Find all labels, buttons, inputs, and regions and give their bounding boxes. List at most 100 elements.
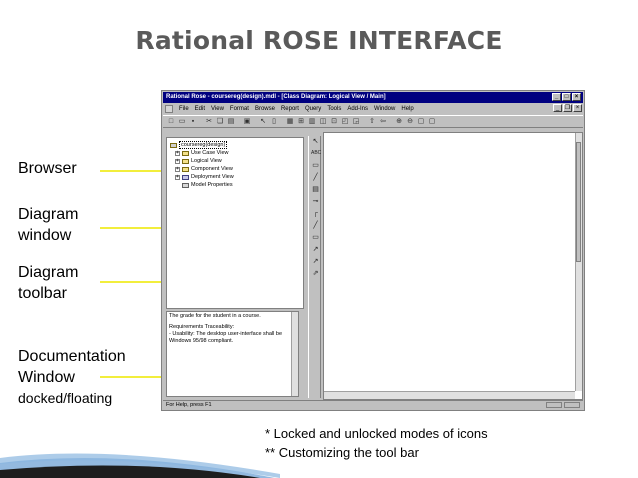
documentation-window[interactable]: The grade for the student in a course. R… (166, 311, 299, 397)
diagram-toolbar: ↖ ABC ▭ ╱ ▤ ⊸ ┌ ╱ ▭ ↗ ↗ ⇗ (308, 136, 321, 398)
note-line-2: ** Customizing the tool bar (265, 445, 419, 460)
tree-item-label: Deployment View (191, 174, 234, 180)
browse-parent-icon[interactable]: ◰ (340, 117, 350, 127)
browse-previous-icon[interactable]: ◲ (351, 117, 361, 127)
tree-item-deployment-view[interactable]: + Deployment View (175, 174, 234, 180)
package-icon[interactable]: ▭ (311, 233, 320, 242)
tree-root-label: coursereg(design) (179, 141, 228, 149)
browse-class-diagram-icon[interactable]: ▦ (285, 117, 295, 127)
menu-edit[interactable]: Edit (195, 106, 205, 112)
new-icon[interactable]: □ (166, 117, 176, 127)
browse-interaction-diagram-icon[interactable]: ⊞ (296, 117, 306, 127)
minimize-button[interactable]: _ (552, 93, 561, 101)
association-icon[interactable]: ┌ (311, 209, 320, 218)
menu-tools[interactable]: Tools (327, 106, 341, 112)
selection-arrow-icon[interactable]: ↖ (311, 137, 320, 146)
interface-icon[interactable]: ⊸ (311, 197, 320, 206)
anchor-note-icon[interactable]: ╱ (311, 173, 320, 182)
menu-query[interactable]: Query (305, 106, 321, 112)
open-icon[interactable]: ▭ (177, 117, 187, 127)
tree-item-label: Logical View (191, 158, 222, 164)
status-panes (546, 402, 580, 408)
slide-title: Rational ROSE INTERFACE (135, 26, 503, 55)
note-icon[interactable]: ▭ (311, 161, 320, 170)
zoom-out-icon[interactable]: ⊖ (405, 117, 415, 127)
mdi-minimize-button[interactable]: _ (553, 104, 562, 112)
tree-item-use-case-view[interactable]: + Use Case View (175, 150, 229, 156)
window-controls: _ □ × (552, 93, 581, 101)
undo-fit-icon[interactable]: ⇧ (367, 117, 377, 127)
label-diagram-window: Diagram window (18, 204, 78, 246)
menu-window[interactable]: Window (374, 106, 395, 112)
menu-report[interactable]: Report (281, 106, 299, 112)
expand-icon[interactable]: + (175, 150, 180, 156)
status-text: For Help, press F1 (166, 402, 212, 408)
doc-line: The grade for the student in a course. (169, 313, 261, 319)
menu-format[interactable]: Format (230, 106, 249, 112)
maximize-button[interactable]: □ (562, 93, 571, 101)
decorative-swoosh (0, 453, 280, 478)
folder-icon (182, 166, 189, 172)
menu-bar: File Edit View Format Browse Report Quer… (163, 104, 583, 114)
expand-icon[interactable]: + (175, 158, 180, 164)
tree-item-component-view[interactable]: + Component View (175, 166, 233, 172)
scroll-thumb[interactable] (576, 142, 581, 262)
doc-line: - Usability: The desktop user-interface … (169, 331, 283, 337)
note-line-1: * Locked and unlocked modes of icons (265, 426, 488, 441)
tree-item-model-properties[interactable]: Model Properties (182, 182, 233, 188)
view-doc-icon[interactable]: ▯ (269, 117, 279, 127)
diagram-window[interactable] (323, 132, 583, 400)
folder-icon (182, 150, 189, 156)
diagram-horizontal-scrollbar[interactable] (324, 391, 575, 399)
doc-line: Windows 95/98 compliant. (169, 338, 234, 344)
realize-icon[interactable]: ⇗ (311, 269, 320, 278)
tree-item-label: Component View (191, 166, 233, 172)
menu-help[interactable]: Help (401, 106, 413, 112)
generalization-icon[interactable]: ↗ (311, 257, 320, 266)
paste-icon[interactable]: ▤ (226, 117, 236, 127)
window-title: Rational Rose - coursereg(design).mdl - … (166, 94, 386, 100)
menu-file[interactable]: File (179, 106, 189, 112)
dependency-icon[interactable]: ↗ (311, 245, 320, 254)
label-documentation-line3: docked/floating (18, 390, 113, 406)
cut-icon[interactable]: ✂ (204, 117, 214, 127)
label-diagram-toolbar-line2: toolbar (18, 285, 67, 302)
undo-icon[interactable]: ▢ (427, 117, 437, 127)
menu-browse[interactable]: Browse (255, 106, 275, 112)
close-button[interactable]: × (572, 93, 581, 101)
label-diagram-window-line2: window (18, 227, 72, 244)
browse-state-diagram-icon[interactable]: ◫ (318, 117, 328, 127)
mdi-restore-button[interactable]: ❐ (563, 104, 572, 112)
expand-icon[interactable]: + (175, 174, 180, 180)
label-diagram-toolbar-line1: Diagram (18, 264, 79, 281)
tree-root[interactable]: coursereg(design) (170, 141, 228, 149)
print-icon[interactable]: ▣ (242, 117, 252, 127)
text-box-tool[interactable]: ABC (311, 149, 321, 158)
menu-add-ins[interactable]: Add-Ins (347, 106, 368, 112)
notes: * Locked and unlocked modes of icons ** … (265, 424, 488, 462)
window-titlebar: Rational Rose - coursereg(design).mdl - … (163, 92, 583, 103)
tree-item-label: Model Properties (191, 182, 233, 188)
document-icon[interactable] (165, 105, 173, 113)
status-bar: For Help, press F1 (163, 400, 583, 409)
label-browser-text: Browser (18, 160, 77, 177)
save-icon[interactable]: ▪ (188, 117, 198, 127)
tree-item-logical-view[interactable]: + Logical View (175, 158, 222, 164)
browse-component-diagram-icon[interactable]: ▥ (307, 117, 317, 127)
copy-icon[interactable]: ❏ (215, 117, 225, 127)
expand-icon[interactable]: + (175, 166, 180, 172)
zoom-in-icon[interactable]: ⊕ (394, 117, 404, 127)
class-icon[interactable]: ▤ (311, 185, 320, 194)
doc-scrollbar[interactable] (291, 312, 298, 396)
fit-window-icon[interactable]: ▢ (416, 117, 426, 127)
aggregation-icon[interactable]: ╱ (311, 221, 320, 230)
menu-view[interactable]: View (211, 106, 224, 112)
browser-pane[interactable]: coursereg(design) + Use Case View + Logi… (166, 137, 304, 309)
mdi-close-button[interactable]: × (573, 104, 582, 112)
browse-deployment-diagram-icon[interactable]: ⊡ (329, 117, 339, 127)
status-pane (564, 402, 580, 408)
redo-icon[interactable]: ⇦ (378, 117, 388, 127)
label-documentation-line1: Documentation (18, 348, 126, 365)
deployment-icon (182, 174, 189, 180)
context-help-icon[interactable]: ↖ (258, 117, 268, 127)
